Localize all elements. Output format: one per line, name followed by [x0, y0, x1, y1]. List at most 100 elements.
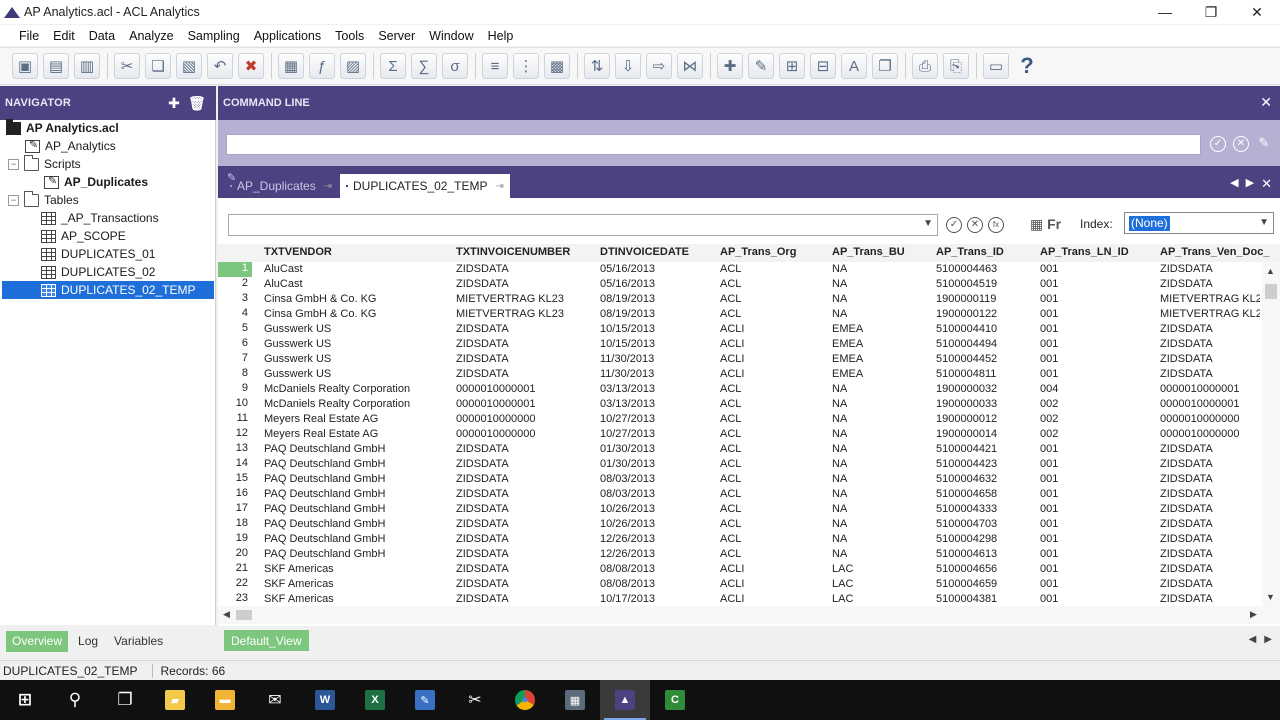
table-cell[interactable]: EMEA	[832, 353, 863, 365]
total-icon[interactable]: ∑	[411, 53, 437, 79]
clipboard-icon[interactable]: ▨	[340, 53, 366, 79]
table-cell[interactable]: ACL	[720, 443, 741, 455]
table-row[interactable]: 1 AluCast ZIDSDATA 05/16/2013 ACL NA 510000446…	[218, 262, 1262, 277]
paste-icon[interactable]: ▧	[176, 53, 202, 79]
acl-analytics-button[interactable]: ▲	[600, 680, 650, 720]
sort-icon[interactable]: ⇅	[584, 53, 610, 79]
table-cell[interactable]: ACLI	[720, 353, 744, 365]
menu-sampling[interactable]: Sampling	[181, 29, 247, 43]
table-row[interactable]: 7 Gusswerk US ZIDSDATA 11/30/2013 ACLI EMEA 51…	[218, 352, 1262, 367]
table-cell[interactable]: MIETVERTRAG KL23	[456, 308, 564, 320]
count-icon[interactable]: Σ	[380, 53, 406, 79]
add-column-icon[interactable]: ✚	[717, 53, 743, 79]
table-cell[interactable]: 5100004298	[936, 533, 997, 545]
table-cell[interactable]: 5100004658	[936, 488, 997, 500]
table-cell[interactable]: Gusswerk US	[264, 368, 331, 380]
table-cell[interactable]: 0000010000001	[1160, 398, 1240, 410]
menu-file[interactable]: File	[12, 29, 46, 43]
table-cell[interactable]: 11/30/2013	[600, 368, 654, 380]
vertical-scrollbar[interactable]: ▲ ▼	[1262, 262, 1280, 606]
table-cell[interactable]: ACL	[720, 428, 741, 440]
table-cell[interactable]: ZIDSDATA	[456, 593, 509, 605]
remove-icon[interactable]: ⊟	[810, 53, 836, 79]
tree-item-tables[interactable]: − Tables	[8, 190, 79, 209]
table-row[interactable]: 8 Gusswerk US ZIDSDATA 11/30/2013 ACLI EMEA 51…	[218, 367, 1262, 382]
open-project-icon[interactable]: ▤	[43, 53, 69, 79]
column-header-ap-trans-ln-id[interactable]: AP_Trans_LN_ID	[1040, 246, 1129, 258]
tab-duplicates-02-temp[interactable]: DUPLICATES_02_TEMP ⇥	[340, 174, 510, 198]
table-cell[interactable]: 0000010000000	[456, 413, 536, 425]
table-cell[interactable]: NA	[832, 458, 847, 470]
index-select[interactable]: (None) ▼	[1124, 212, 1274, 234]
table-cell[interactable]: SKF Americas	[264, 563, 334, 575]
tree-item-ap-scope[interactable]: AP_SCOPE	[41, 227, 126, 245]
stratify-icon[interactable]: ≡	[482, 53, 508, 79]
table-cell[interactable]: Cinsa GmbH & Co. KG	[264, 293, 376, 305]
table-cell[interactable]: 08/08/2013	[600, 578, 655, 590]
tree-item-ap-transactions[interactable]: _AP_Transactions	[41, 209, 159, 227]
table-cell[interactable]: 03/13/2013	[600, 383, 655, 395]
table-cell[interactable]: 12/26/2013	[600, 533, 655, 545]
table-cell[interactable]: 5100004632	[936, 473, 997, 485]
table-cell[interactable]: ZIDSDATA	[1160, 548, 1213, 560]
row-number[interactable]: 13	[218, 442, 252, 457]
task-view-button[interactable]: ❐	[100, 680, 150, 720]
table-cell[interactable]: 0000010000000	[1160, 428, 1240, 440]
table-cell[interactable]: MIETVERTRAG KL23	[1160, 308, 1260, 320]
table-cell[interactable]: ACL	[720, 518, 741, 530]
table-cell[interactable]: SKF Americas	[264, 593, 334, 605]
row-number[interactable]: 5	[218, 322, 252, 337]
table-cell[interactable]: PAQ Deutschland GmbH	[264, 548, 385, 560]
statistics-icon[interactable]: σ	[442, 53, 468, 79]
table-cell[interactable]: 5100004421	[936, 443, 997, 455]
table-cell[interactable]: ZIDSDATA	[1160, 323, 1213, 335]
tree-item-ap-analytics[interactable]: AP_Analytics	[25, 137, 116, 155]
tree-item-duplicates-02-temp[interactable]: DUPLICATES_02_TEMP	[2, 281, 214, 299]
filter-input[interactable]: ▼	[228, 214, 938, 236]
table-row[interactable]: 5 Gusswerk US ZIDSDATA 10/15/2013 ACLI EMEA 51…	[218, 322, 1262, 337]
table-cell[interactable]: PAQ Deutschland GmbH	[264, 503, 385, 515]
row-number[interactable]: 23	[218, 592, 252, 606]
table-cell[interactable]: ACLI	[720, 563, 744, 575]
table-cell[interactable]: ZIDSDATA	[456, 563, 509, 575]
table-cell[interactable]: ZIDSDATA	[1160, 368, 1213, 380]
table-cell[interactable]: 002	[1040, 428, 1058, 440]
file-explorer-button[interactable]: ▬	[200, 680, 250, 720]
menu-window[interactable]: Window	[422, 29, 480, 43]
table-row[interactable]: 11 Meyers Real Estate AG 0000010000000 10/2…	[218, 412, 1262, 427]
row-number[interactable]: 3	[218, 292, 252, 307]
table-cell[interactable]: ACL	[720, 308, 741, 320]
table-cell[interactable]: EMEA	[832, 368, 863, 380]
help-icon[interactable]: ?	[1014, 53, 1040, 79]
edit-filter-icon[interactable]: fx	[988, 217, 1004, 233]
table-cell[interactable]: 03/13/2013	[600, 398, 655, 410]
table-cell[interactable]: PAQ Deutschland GmbH	[264, 488, 385, 500]
table-cell[interactable]: 01/30/2013	[600, 458, 655, 470]
tree-item-scripts[interactable]: − Scripts	[8, 154, 81, 173]
table-cell[interactable]: 5100004423	[936, 458, 997, 470]
table-cell[interactable]: ACL	[720, 533, 741, 545]
pin-icon[interactable]: ⇥	[324, 181, 332, 192]
table-cell[interactable]: 5100004811	[936, 368, 996, 380]
search-button[interactable]: ⚲	[50, 680, 100, 720]
table-cell[interactable]: ZIDSDATA	[1160, 338, 1213, 350]
column-header-txtvendor[interactable]: TXTVENDOR	[264, 246, 332, 258]
table-cell[interactable]: 001	[1040, 278, 1058, 290]
table-cell[interactable]: ZIDSDATA	[1160, 488, 1213, 500]
menu-edit[interactable]: Edit	[46, 29, 82, 43]
table-cell[interactable]: 5100004656	[936, 563, 997, 575]
table-cell[interactable]: Meyers Real Estate AG	[264, 413, 378, 425]
tab-overview[interactable]: Overview	[6, 630, 69, 652]
table-cell[interactable]: 10/17/2013	[600, 593, 655, 605]
table-cell[interactable]: ZIDSDATA	[456, 473, 509, 485]
table-cell[interactable]: 10/15/2013	[600, 323, 655, 335]
row-number[interactable]: 10	[218, 397, 252, 412]
menu-applications[interactable]: Applications	[247, 29, 328, 43]
table-cell[interactable]: 001	[1040, 533, 1058, 545]
scroll-left-icon[interactable]: ◀	[223, 609, 230, 620]
table-cell[interactable]: ZIDSDATA	[456, 278, 509, 290]
table-cell[interactable]: ZIDSDATA	[456, 323, 509, 335]
table-cell[interactable]: 5100004333	[936, 503, 997, 515]
table-cell[interactable]: 5100004519	[936, 278, 997, 290]
table-cell[interactable]: ZIDSDATA	[1160, 278, 1213, 290]
